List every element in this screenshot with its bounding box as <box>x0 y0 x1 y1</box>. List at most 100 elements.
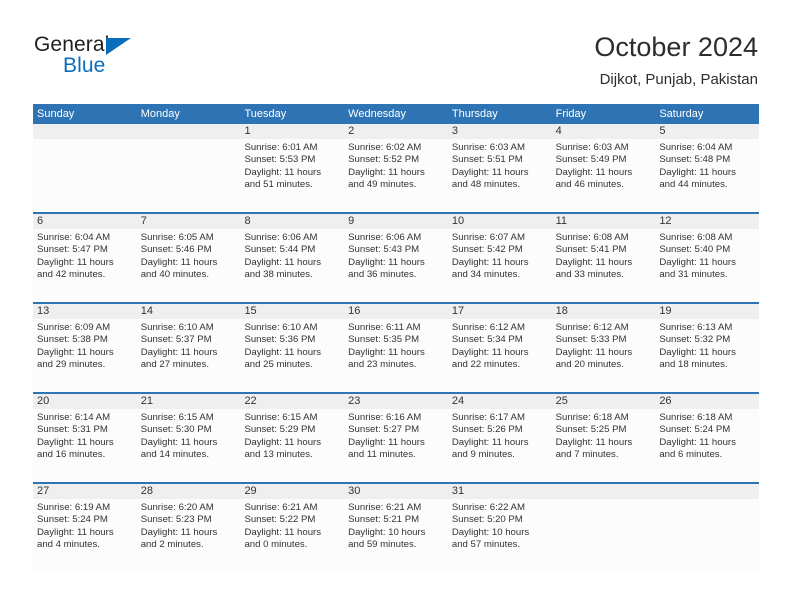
day-number-band: 24 <box>447 394 552 409</box>
calendar-day-cell[interactable]: 3 Sunrise: 6:03 AM Sunset: 5:51 PM Daylight… <box>447 124 552 212</box>
daylight-text-line1: Daylight: 11 hours <box>140 436 218 448</box>
calendar-day-cell[interactable]: 27 Sunrise: 6:19 AM Sunset: 5:24 PM Dayligh… <box>33 484 137 572</box>
day-number-band: 17 <box>447 304 552 319</box>
daylight-text-line1: Daylight: 11 hours <box>244 436 322 448</box>
sunrise-text: Sunrise: 6:03 AM <box>555 142 629 153</box>
day-number-band: 30 <box>344 484 448 499</box>
daylight-text-line2: and 40 minutes. <box>140 269 209 281</box>
calendar-week-row: 27 Sunrise: 6:19 AM Sunset: 5:24 PM Dayligh… <box>33 482 760 572</box>
daylight-text-line1: Daylight: 11 hours <box>37 526 114 538</box>
day-details: Sunrise: 6:02 AM Sunset: 5:52 PM Daylight:… <box>344 139 448 192</box>
calendar-day-cell[interactable]: 18 Sunrise: 6:12 AM Sunset: 5:33 PM Dayligh… <box>551 304 656 392</box>
daylight-text-line2: and 27 minutes. <box>140 359 209 371</box>
calendar-day-cell[interactable]: 8 Sunrise: 6:06 AM Sunset: 5:44 PM Daylight… <box>240 214 345 302</box>
calendar-day-cell[interactable]: 23 Sunrise: 6:16 AM Sunset: 5:27 PM Dayligh… <box>344 394 448 482</box>
day-details: Sunrise: 6:17 AM Sunset: 5:26 PM Daylight:… <box>448 409 552 462</box>
day-details: Sunrise: 6:10 AM Sunset: 5:37 PM Daylight:… <box>137 319 241 372</box>
day-details: Sunrise: 6:16 AM Sunset: 5:27 PM Daylight:… <box>344 409 448 462</box>
day-number: 9 <box>348 215 355 227</box>
day-number-band: 2 <box>344 124 448 139</box>
day-details: Sunrise: 6:12 AM Sunset: 5:33 PM Daylight:… <box>552 319 656 372</box>
day-number-band: 22 <box>240 394 345 409</box>
calendar-day-cell[interactable]: 5 Sunrise: 6:04 AM Sunset: 5:48 PM Daylight… <box>655 124 760 212</box>
day-details <box>137 139 241 142</box>
calendar-day-cell[interactable]: 30 Sunrise: 6:21 AM Sunset: 5:21 PM Dayligh… <box>344 484 448 572</box>
daylight-text-line2: and 16 minutes. <box>37 449 106 461</box>
daylight-text-line1: Daylight: 11 hours <box>244 346 322 358</box>
daylight-text-line2: and 31 minutes. <box>659 269 728 281</box>
sunrise-text: Sunrise: 6:17 AM <box>451 412 525 423</box>
calendar-day-cell[interactable]: 31 Sunrise: 6:22 AM Sunset: 5:20 PM Dayligh… <box>447 484 552 572</box>
sunset-text: Sunset: 5:42 PM <box>451 244 523 256</box>
day-number-band: 6 <box>33 214 137 229</box>
calendar-day-cell[interactable]: 17 Sunrise: 6:12 AM Sunset: 5:34 PM Dayligh… <box>447 304 552 392</box>
sunset-text: Sunset: 5:21 PM <box>348 514 420 526</box>
sunrise-text: Sunrise: 6:20 AM <box>140 502 214 513</box>
calendar-day-cell[interactable]: 22 Sunrise: 6:15 AM Sunset: 5:29 PM Dayligh… <box>240 394 345 482</box>
sunrise-text: Sunrise: 6:03 AM <box>451 142 525 153</box>
day-number-band: 10 <box>447 214 552 229</box>
daylight-text-line2: and 6 minutes. <box>659 449 723 461</box>
sunrise-text: Sunrise: 6:06 AM <box>348 232 422 243</box>
sunset-text: Sunset: 5:27 PM <box>348 424 420 436</box>
day-number-band <box>136 124 241 139</box>
day-details: Sunrise: 6:15 AM Sunset: 5:29 PM Daylight:… <box>240 409 344 462</box>
day-details: Sunrise: 6:11 AM Sunset: 5:35 PM Daylight:… <box>344 319 448 372</box>
sunset-text: Sunset: 5:47 PM <box>37 244 108 256</box>
calendar-day-cell[interactable]: 19 Sunrise: 6:13 AM Sunset: 5:32 PM Dayligh… <box>655 304 760 392</box>
calendar-day-cell[interactable]: 1 Sunrise: 6:01 AM Sunset: 5:53 PM Daylight… <box>240 124 345 212</box>
day-number-band: 26 <box>655 394 760 409</box>
calendar-day-cell[interactable]: 24 Sunrise: 6:17 AM Sunset: 5:26 PM Dayligh… <box>447 394 552 482</box>
calendar-day-cell[interactable]: 14 Sunrise: 6:10 AM Sunset: 5:37 PM Dayligh… <box>136 304 241 392</box>
day-details: Sunrise: 6:22 AM Sunset: 5:20 PM Daylight:… <box>448 499 552 552</box>
sunset-text: Sunset: 5:40 PM <box>659 244 731 256</box>
sunrise-text: Sunrise: 6:05 AM <box>140 232 214 243</box>
sunrise-text: Sunrise: 6:21 AM <box>348 502 422 513</box>
day-details: Sunrise: 6:13 AM Sunset: 5:32 PM Daylight:… <box>655 319 759 372</box>
day-number-band: 27 <box>33 484 137 499</box>
calendar-day-cell[interactable]: 9 Sunrise: 6:06 AM Sunset: 5:43 PM Daylight… <box>344 214 448 302</box>
daylight-text-line1: Daylight: 11 hours <box>451 346 529 358</box>
daylight-text-line2: and 4 minutes. <box>37 539 100 551</box>
sunset-text: Sunset: 5:43 PM <box>348 244 420 256</box>
calendar-day-cell[interactable]: 11 Sunrise: 6:08 AM Sunset: 5:41 PM Dayligh… <box>551 214 656 302</box>
daylight-text-line2: and 46 minutes. <box>555 179 624 191</box>
day-number-band: 15 <box>240 304 345 319</box>
calendar-week-row: 6 Sunrise: 6:04 AM Sunset: 5:47 PM Daylight… <box>33 212 760 302</box>
day-number: 1 <box>244 125 251 137</box>
day-number-band <box>33 124 137 139</box>
calendar-day-cell[interactable]: 20 Sunrise: 6:14 AM Sunset: 5:31 PM Dayligh… <box>33 394 137 482</box>
calendar-day-cell[interactable]: 13 Sunrise: 6:09 AM Sunset: 5:38 PM Dayligh… <box>33 304 137 392</box>
title-block: October 2024 Dijkot, Punjab, Pakistan <box>594 30 758 91</box>
calendar-day-cell[interactable]: 4 Sunrise: 6:03 AM Sunset: 5:49 PM Daylight… <box>551 124 656 212</box>
calendar-day-cell[interactable]: 21 Sunrise: 6:15 AM Sunset: 5:30 PM Dayligh… <box>136 394 241 482</box>
calendar-day-cell[interactable]: 16 Sunrise: 6:11 AM Sunset: 5:35 PM Dayligh… <box>344 304 448 392</box>
daylight-text-line2: and 29 minutes. <box>37 359 106 371</box>
day-details: Sunrise: 6:06 AM Sunset: 5:44 PM Daylight:… <box>240 229 344 282</box>
day-number: 28 <box>140 485 153 497</box>
sunset-text: Sunset: 5:53 PM <box>244 154 316 166</box>
calendar-day-cell[interactable]: 10 Sunrise: 6:07 AM Sunset: 5:42 PM Dayligh… <box>447 214 552 302</box>
calendar-day-cell[interactable]: 29 Sunrise: 6:21 AM Sunset: 5:22 PM Dayligh… <box>240 484 345 572</box>
daylight-text-line2: and 13 minutes. <box>244 449 313 461</box>
calendar-day-cell[interactable]: 2 Sunrise: 6:02 AM Sunset: 5:52 PM Daylight… <box>344 124 448 212</box>
calendar-day-cell[interactable]: 28 Sunrise: 6:20 AM Sunset: 5:23 PM Dayligh… <box>136 484 241 572</box>
day-number: 15 <box>244 305 257 317</box>
day-number: 8 <box>244 215 251 227</box>
calendar-day-cell[interactable]: 15 Sunrise: 6:10 AM Sunset: 5:36 PM Dayligh… <box>240 304 345 392</box>
sunrise-text: Sunrise: 6:15 AM <box>140 412 214 423</box>
day-number: 12 <box>659 215 672 227</box>
calendar-day-cell[interactable]: 7 Sunrise: 6:05 AM Sunset: 5:46 PM Daylight… <box>136 214 241 302</box>
weekday-header-friday: Friday <box>555 108 587 120</box>
day-number-band: 21 <box>136 394 241 409</box>
calendar-day-cell[interactable]: 12 Sunrise: 6:08 AM Sunset: 5:40 PM Dayligh… <box>655 214 760 302</box>
calendar-day-cell[interactable]: 25 Sunrise: 6:18 AM Sunset: 5:25 PM Dayligh… <box>551 394 656 482</box>
day-number: 21 <box>140 395 153 407</box>
calendar-day-cell[interactable]: 26 Sunrise: 6:18 AM Sunset: 5:24 PM Dayligh… <box>655 394 760 482</box>
day-number-band: 13 <box>33 304 137 319</box>
daylight-text-line1: Daylight: 11 hours <box>659 256 736 268</box>
day-details: Sunrise: 6:04 AM Sunset: 5:47 PM Daylight:… <box>33 229 137 282</box>
day-number-band: 12 <box>655 214 760 229</box>
calendar-day-cell[interactable]: 6 Sunrise: 6:04 AM Sunset: 5:47 PM Daylight… <box>33 214 137 302</box>
day-number-band: 9 <box>344 214 448 229</box>
